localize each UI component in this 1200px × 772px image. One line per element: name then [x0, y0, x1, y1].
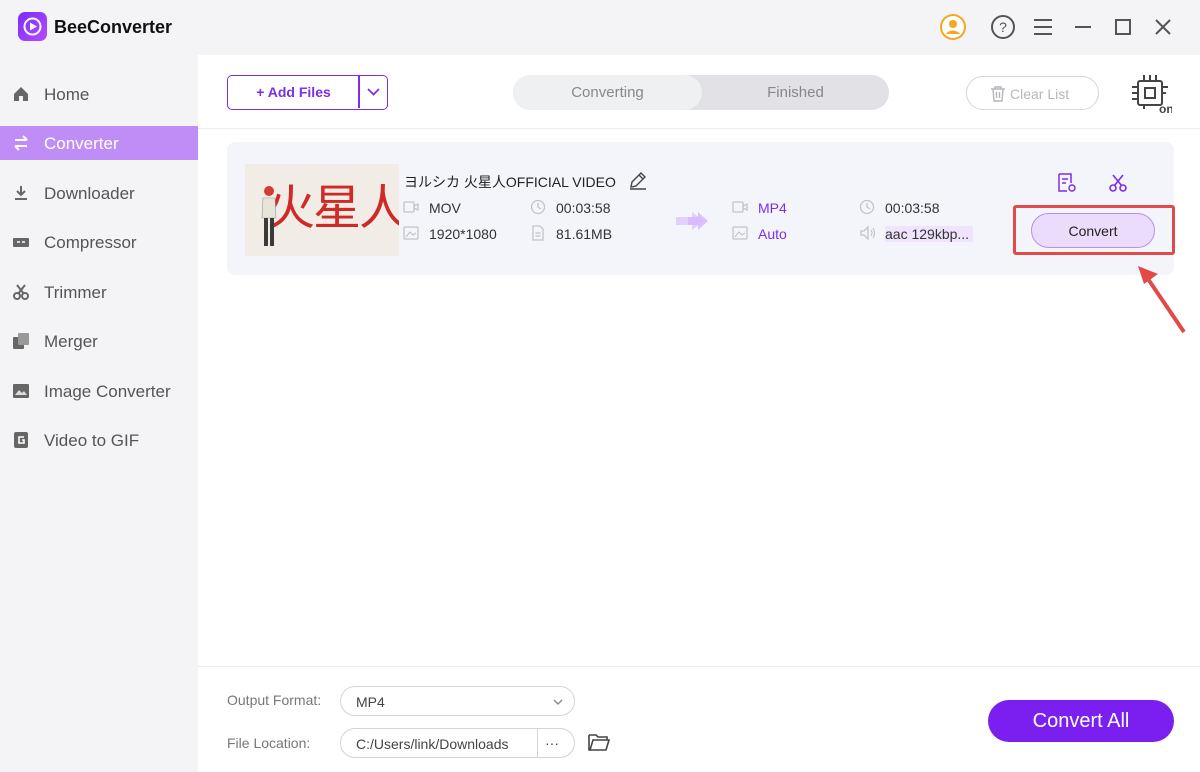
gif-icon [14, 432, 28, 448]
convert-all-button[interactable]: Convert All [988, 700, 1174, 742]
close-icon[interactable] [1148, 12, 1178, 42]
svg-text:?: ? [999, 19, 1007, 35]
convert-direction-arrow-icon [676, 212, 708, 230]
sidebar-item-image-converter[interactable]: Image Converter [0, 374, 198, 408]
video-thumbnail[interactable]: 火星人 [245, 164, 399, 256]
person-figure-icon [261, 186, 277, 246]
clear-list-button[interactable]: Clear List [966, 76, 1099, 110]
file-size-icon [532, 225, 544, 241]
toolbar-divider [198, 128, 1200, 129]
duration-clock-icon [530, 199, 546, 215]
chevron-down-icon[interactable] [360, 76, 387, 108]
target-resolution[interactable]: Auto [758, 226, 787, 242]
target-resolution-icon [732, 226, 748, 240]
target-format-icon [732, 201, 748, 213]
browse-more-button[interactable]: ··· [545, 735, 559, 751]
sidebar-item-label: Home [44, 85, 90, 104]
home-icon [14, 87, 28, 101]
download-icon [15, 186, 27, 200]
svg-text:on: on [1159, 102, 1172, 115]
source-format: MOV [429, 200, 461, 216]
account-icon[interactable] [938, 12, 968, 42]
sidebar-item-label: Merger [44, 332, 98, 351]
scissors-icon [13, 284, 29, 300]
target-audio[interactable]: aac 129kbp... [885, 226, 974, 242]
bottom-divider [198, 666, 1200, 667]
source-duration: 00:03:58 [556, 200, 611, 216]
maximize-icon[interactable] [1108, 12, 1138, 42]
source-resolution: 1920*1080 [429, 226, 497, 242]
output-format-select[interactable]: MP4 [340, 686, 575, 716]
status-tabs: Converting Finished [513, 75, 889, 110]
sidebar-item-label: Converter [44, 134, 119, 153]
sidebar-item-label: Downloader [44, 184, 135, 203]
sidebar-item-compressor[interactable]: Compressor [0, 225, 198, 259]
cut-scissors-icon[interactable] [1107, 172, 1129, 194]
file-location-divider [537, 729, 538, 757]
sidebar-item-label: Video to GIF [44, 431, 140, 450]
thumbnail-title-text: 火星人 [267, 180, 399, 236]
sidebar-item-converter[interactable]: Converter [0, 126, 198, 160]
minimize-icon[interactable] [1068, 12, 1098, 42]
add-files-button[interactable]: + Add Files [228, 76, 359, 108]
resolution-icon [403, 226, 419, 240]
file-location-value: C:/Users/link/Downloads [356, 736, 509, 752]
video-format-icon [403, 201, 419, 213]
target-duration-clock-icon [859, 199, 875, 215]
convert-arrows-icon [14, 135, 28, 151]
tab-finished[interactable]: Finished [702, 75, 889, 110]
hardware-acceleration-icon[interactable]: on [1130, 73, 1172, 115]
sidebar-item-label: Image Converter [44, 382, 171, 401]
trash-icon [991, 86, 1005, 102]
sidebar-item-label: Trimmer [44, 283, 107, 302]
settings-document-icon[interactable] [1056, 172, 1078, 194]
target-duration: 00:03:58 [885, 200, 940, 216]
chevron-down-icon [553, 699, 563, 705]
title-bar: BeeConverter ? [0, 0, 1200, 55]
audio-speaker-icon [860, 225, 876, 241]
clear-list-label: Clear List [1010, 86, 1070, 102]
target-format[interactable]: MP4 [758, 200, 787, 216]
file-location-field[interactable]: C:/Users/link/Downloads ··· [340, 728, 575, 758]
file-name: ヨルシカ 火星人OFFICIAL VIDEO [404, 174, 616, 190]
sidebar-item-trimmer[interactable]: Trimmer [0, 275, 198, 309]
app-title: BeeConverter [54, 17, 173, 37]
sidebar-item-label: Compressor [44, 233, 137, 252]
compress-icon [13, 238, 29, 247]
file-location-label: File Location: [227, 735, 311, 751]
annotation-arrow-icon [1138, 266, 1186, 334]
add-files-group: + Add Files [227, 75, 388, 110]
sidebar-item-downloader[interactable]: Downloader [0, 176, 198, 210]
menu-icon[interactable] [1028, 12, 1058, 42]
image-icon [13, 384, 29, 398]
output-format-value: MP4 [356, 694, 385, 710]
sidebar-item-home[interactable]: Home [0, 77, 198, 111]
edit-name-icon[interactable] [628, 170, 648, 190]
open-folder-icon[interactable] [587, 731, 611, 753]
source-size: 81.61MB [556, 226, 613, 242]
merge-icon [13, 333, 29, 349]
sidebar-item-merger[interactable]: Merger [0, 324, 198, 358]
convert-button[interactable]: Convert [1031, 213, 1155, 248]
sidebar: Home Converter Downloader Compressor Tri… [0, 55, 198, 772]
output-format-label: Output Format: [227, 692, 322, 708]
sidebar-item-video-to-gif[interactable]: Video to GIF [0, 423, 198, 457]
tab-converting[interactable]: Converting [513, 75, 702, 110]
app-logo-icon [18, 12, 47, 41]
help-icon[interactable]: ? [988, 12, 1018, 42]
